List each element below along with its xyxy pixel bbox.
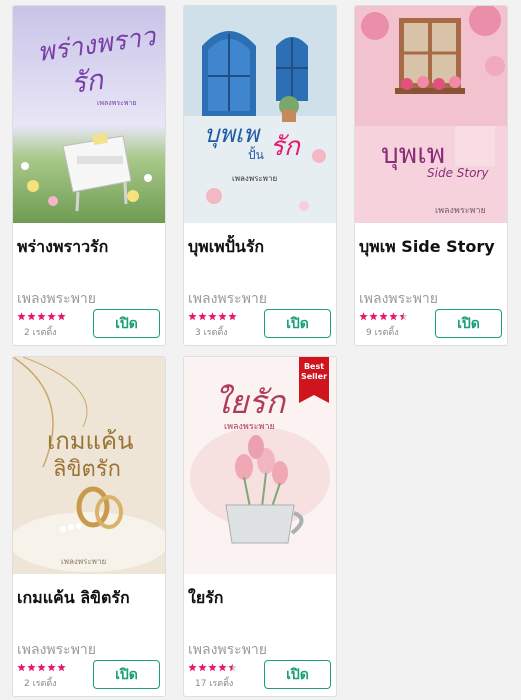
cover-author: เพลงพระพาย — [435, 206, 486, 216]
star-full-icon — [37, 663, 46, 672]
best-seller-badge-text: Best Seller — [300, 362, 328, 381]
book-title[interactable]: ใยรัก — [188, 586, 334, 611]
cover-title-line: ปั้น — [248, 148, 264, 162]
book-card[interactable]: พร่างพราว รัก เพลงพระพาย พร่างพราวรัก เพ… — [12, 5, 166, 346]
star-full-icon — [389, 312, 398, 321]
book-cover[interactable]: บุพเพ Side Story เพลงพระพาย — [355, 6, 507, 223]
star-full-icon — [208, 312, 217, 321]
rating-stars — [359, 312, 408, 321]
star-full-icon — [188, 312, 197, 321]
book-title[interactable]: พร่างพราวรัก — [17, 235, 163, 260]
book-title[interactable]: เกมแค้น ลิขิตรัก — [17, 586, 163, 611]
rating-count: 9 เรตติ้ง — [366, 328, 399, 338]
star-full-icon — [17, 663, 26, 672]
star-full-icon — [57, 663, 66, 672]
star-half-icon — [399, 312, 408, 321]
cover-title-line: รัก — [270, 132, 300, 162]
star-half-icon — [228, 663, 237, 672]
rating-count: 3 เรตติ้ง — [195, 328, 228, 338]
cover-author: เพลงพระพาย — [97, 99, 137, 107]
star-full-icon — [57, 312, 66, 321]
star-full-icon — [27, 312, 36, 321]
book-author[interactable]: เพลงพระพาย — [188, 288, 267, 310]
star-full-icon — [47, 312, 56, 321]
book-author[interactable]: เพลงพระพาย — [17, 639, 96, 661]
rating-count: 17 เรตติ้ง — [195, 679, 234, 689]
book-card[interactable]: เกมแค้น ลิขิตรัก เพลงพระพาย เกมแค้น ลิขิ… — [12, 356, 166, 697]
cover-author: เพลงพระพาย — [224, 422, 275, 432]
star-full-icon — [198, 663, 207, 672]
rating-stars — [17, 663, 66, 672]
star-full-icon — [17, 312, 26, 321]
rating-stars — [188, 312, 237, 321]
book-grid: พร่างพราว รัก เพลงพระพาย พร่างพราวรัก เพ… — [0, 0, 521, 700]
star-full-icon — [198, 312, 207, 321]
star-full-icon — [359, 312, 368, 321]
rating-count: 2 เรตติ้ง — [24, 328, 57, 338]
book-card[interactable]: ใยรัก เพลงพระพาย Best Seller ใยรัก เพลงพ… — [183, 356, 337, 697]
book-cover[interactable]: บุพเพ ปั้น รัก เพลงพระพาย — [184, 6, 336, 223]
book-author[interactable]: เพลงพระพาย — [17, 288, 96, 310]
cover-author: เพลงพระพาย — [232, 174, 278, 183]
book-cover[interactable]: เกมแค้น ลิขิตรัก เพลงพระพาย — [13, 357, 165, 574]
cover-title-line: ลิขิตรัก — [53, 457, 121, 482]
star-full-icon — [188, 663, 197, 672]
open-book-button[interactable]: เปิด — [93, 309, 160, 338]
open-book-button[interactable]: เปิด — [93, 660, 160, 689]
cover-art-window-flowers — [355, 6, 507, 223]
open-book-button[interactable]: เปิด — [435, 309, 502, 338]
open-book-button[interactable]: เปิด — [264, 309, 331, 338]
book-title[interactable]: บุพเพปั้นรัก — [188, 235, 334, 260]
star-full-icon — [228, 312, 237, 321]
book-author[interactable]: เพลงพระพาย — [359, 288, 438, 310]
book-author[interactable]: เพลงพระพาย — [188, 639, 267, 661]
star-full-icon — [379, 312, 388, 321]
star-full-icon — [218, 312, 227, 321]
book-cover[interactable]: พร่างพราว รัก เพลงพระพาย — [13, 6, 165, 223]
open-book-button[interactable]: เปิด — [264, 660, 331, 689]
book-title[interactable]: บุพเพ Side Story — [359, 235, 505, 260]
star-full-icon — [37, 312, 46, 321]
cover-author: เพลงพระพาย — [61, 557, 107, 566]
star-full-icon — [218, 663, 227, 672]
star-full-icon — [208, 663, 217, 672]
star-full-icon — [369, 312, 378, 321]
cover-title-line: Side Story — [427, 166, 489, 180]
rating-stars — [188, 663, 237, 672]
rating-stars — [17, 312, 66, 321]
book-cover[interactable]: ใยรัก เพลงพระพาย Best Seller — [184, 357, 336, 574]
star-full-icon — [47, 663, 56, 672]
star-full-icon — [27, 663, 36, 672]
book-card[interactable]: บุพเพ ปั้น รัก เพลงพระพาย บุพเพปั้นรัก เ… — [183, 5, 337, 346]
rating-count: 2 เรตติ้ง — [24, 679, 57, 689]
book-card[interactable]: บุพเพ Side Story เพลงพระพาย บุพเพ Side S… — [354, 5, 508, 346]
